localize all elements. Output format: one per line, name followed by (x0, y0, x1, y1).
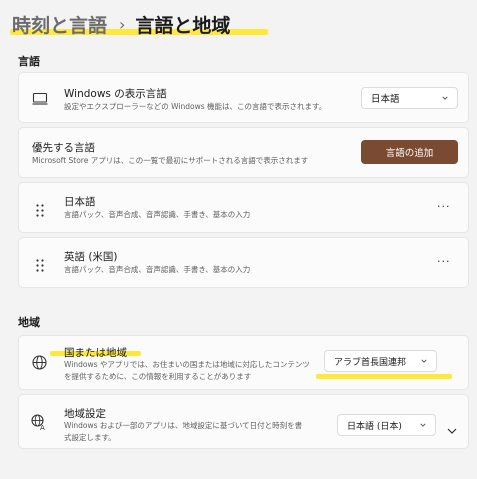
chevron-down-icon (420, 423, 426, 427)
monitor-icon (32, 91, 48, 110)
page-title: 言語と地域 (135, 14, 231, 37)
display-language-dropdown[interactable]: 日本語 (361, 87, 458, 109)
regional-format-value: 日本語 (日本) (347, 421, 402, 432)
regional-format-icon: A (31, 414, 48, 435)
more-options-icon[interactable]: ··· (437, 255, 451, 268)
display-language-card: Windows の表示言語 設定やエクスプローラーなどの Windows 機能は… (18, 72, 469, 123)
country-region-dropdown[interactable]: アラブ首長国連邦 (324, 350, 437, 372)
country-region-value: アラブ首長国連邦 (334, 357, 407, 368)
language-features: 言語パック、音声合成、音声認識、手書き、基本の入力 (64, 210, 251, 219)
display-language-title: Windows の表示言語 (64, 88, 167, 100)
regional-format-card: A 地域設定 Windows および一部のアプリは、地域設定に基づいて日付と時刻… (18, 394, 469, 449)
regional-format-desc-line2: 式設定します。 (64, 433, 116, 442)
chevron-down-icon (421, 359, 427, 363)
language-features: 言語パック、音声合成、音声認識、手書き、基本の入力 (64, 265, 251, 274)
breadcrumb: 時刻と言語 › 言語と地域 (12, 8, 230, 40)
regional-format-desc-line1: Windows および一部のアプリは、地域設定に基づいて日付と時刻を書 (64, 421, 303, 430)
preferred-language-card: 優先する言語 Microsoft Store アプリは、この一覧で最初にサポート… (18, 127, 469, 178)
drag-handle-icon[interactable] (36, 257, 44, 276)
regional-format-title: 地域設定 (64, 408, 106, 420)
language-item-japanese[interactable]: 日本語 言語パック、音声合成、音声認識、手書き、基本の入力 ··· (18, 182, 469, 233)
country-region-desc-line2: を提供するために、この情報を利用することがあります (64, 372, 252, 381)
country-region-desc-line1: Windows やアプリでは、お住まいの国または地域に対応したコンテンツ (64, 360, 310, 369)
country-region-card: 国または地域 Windows やアプリでは、お住まいの国または地域に対応したコン… (18, 335, 469, 390)
display-language-desc: 設定やエクスプローラーなどの Windows 機能は、この言語で表示されます。 (64, 102, 327, 111)
regional-format-dropdown[interactable]: 日本語 (日本) (337, 414, 436, 436)
language-name: 英語 (米国) (64, 251, 118, 263)
more-options-icon[interactable]: ··· (437, 200, 451, 213)
language-section-title: 言語 (18, 55, 40, 68)
language-item-english-us[interactable]: 英語 (米国) 言語パック、音声合成、音声認識、手書き、基本の入力 ··· (18, 237, 469, 288)
globe-icon (32, 355, 47, 374)
language-name: 日本語 (64, 196, 96, 208)
drag-handle-icon[interactable] (36, 202, 44, 221)
chevron-down-icon (442, 96, 448, 100)
country-dropdown-highlight (316, 374, 452, 379)
display-language-value: 日本語 (371, 94, 400, 105)
breadcrumb-parent[interactable]: 時刻と言語 (12, 11, 107, 38)
add-language-button[interactable]: 言語の追加 (361, 140, 458, 164)
svg-text:A: A (40, 424, 45, 431)
country-region-title: 国または地域 (64, 347, 127, 359)
preferred-language-desc: Microsoft Store アプリは、この一覧で最初にサポートされる言語で表… (32, 156, 309, 165)
preferred-language-title: 優先する言語 (32, 142, 95, 154)
region-section-title: 地域 (18, 316, 40, 329)
breadcrumb-separator: › (119, 14, 126, 34)
expand-chevron-icon[interactable] (447, 420, 457, 439)
